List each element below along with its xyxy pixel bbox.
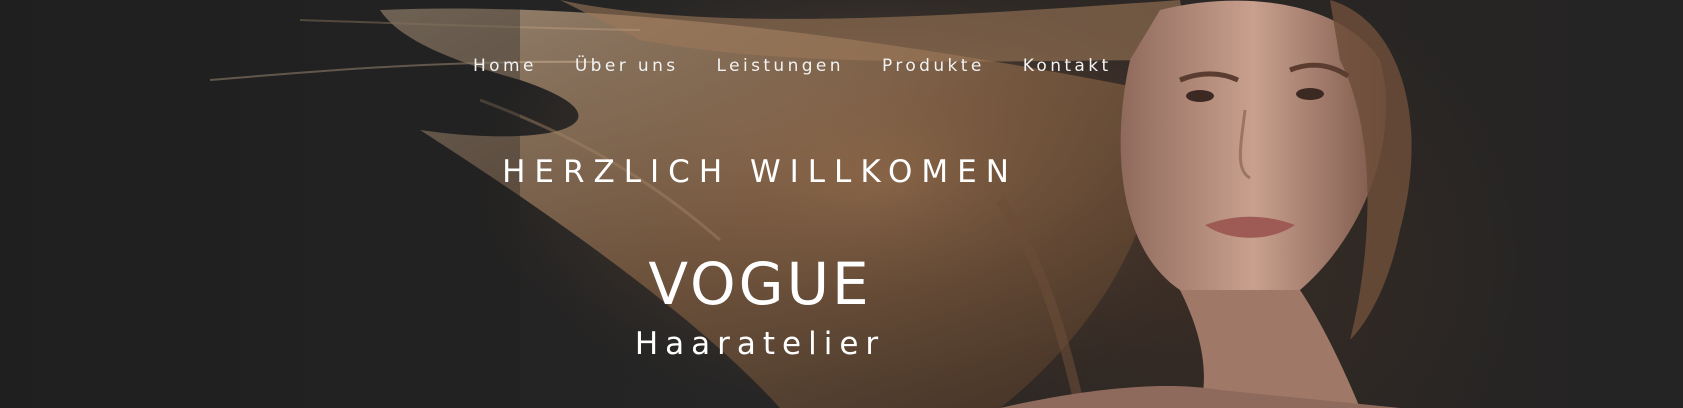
- nav-item-leistungen[interactable]: Leistungen: [717, 56, 844, 76]
- main-nav: Home Über uns Leistungen Produkte Kontak…: [473, 52, 1112, 80]
- nav-item-kontakt[interactable]: Kontakt: [1023, 56, 1112, 76]
- brand-subtitle: Haaratelier: [634, 326, 886, 362]
- nav-item-produkte[interactable]: Produkte: [882, 56, 985, 76]
- nav-item-ueber-uns[interactable]: Über uns: [575, 56, 679, 76]
- brand-name: VOGUE: [648, 250, 872, 318]
- welcome-heading: HERZLICH WILLKOMEN: [502, 154, 1018, 190]
- nav-item-home[interactable]: Home: [473, 56, 537, 76]
- hero-section: Home Über uns Leistungen Produkte Kontak…: [0, 0, 1683, 408]
